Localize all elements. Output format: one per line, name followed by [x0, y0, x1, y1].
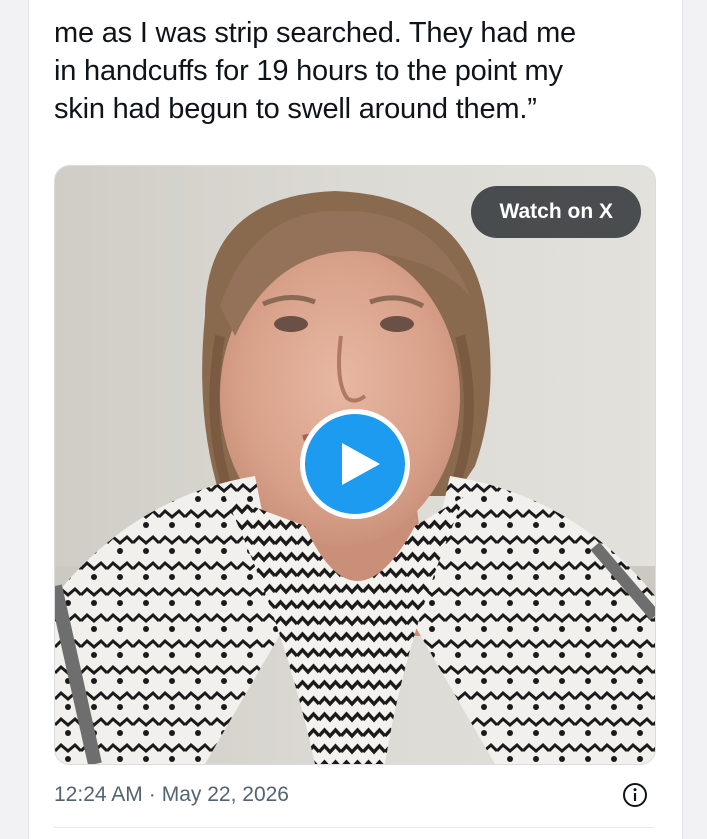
tweet-text-line: in handcuffs for 19 hours to the point m…	[54, 55, 563, 87]
tweet-text-line: ​	[54, 0, 664, 14]
play-button[interactable]	[300, 409, 410, 519]
tweet-text-line: skin had begun to swell around them.”	[54, 93, 537, 125]
tweet-timestamp: 12:24 AM · May 22, 2026	[54, 781, 289, 809]
tweet-text: ​ me as I was strip searched. They had m…	[54, 0, 664, 128]
tweet-time[interactable]: 12:24 AM	[54, 783, 143, 806]
tweet-date[interactable]: May 22, 2026	[162, 783, 289, 806]
divider	[54, 827, 654, 828]
video-embed[interactable]: Watch on X	[54, 165, 656, 765]
meta-separator: ·	[148, 783, 156, 806]
play-icon	[342, 443, 380, 485]
tweet-card: ​ me as I was strip searched. They had m…	[28, 0, 683, 839]
tweet-text-line: me as I was strip searched. They had me	[54, 17, 576, 49]
watch-on-x-button[interactable]: Watch on X	[471, 186, 641, 238]
info-icon[interactable]	[622, 782, 648, 808]
